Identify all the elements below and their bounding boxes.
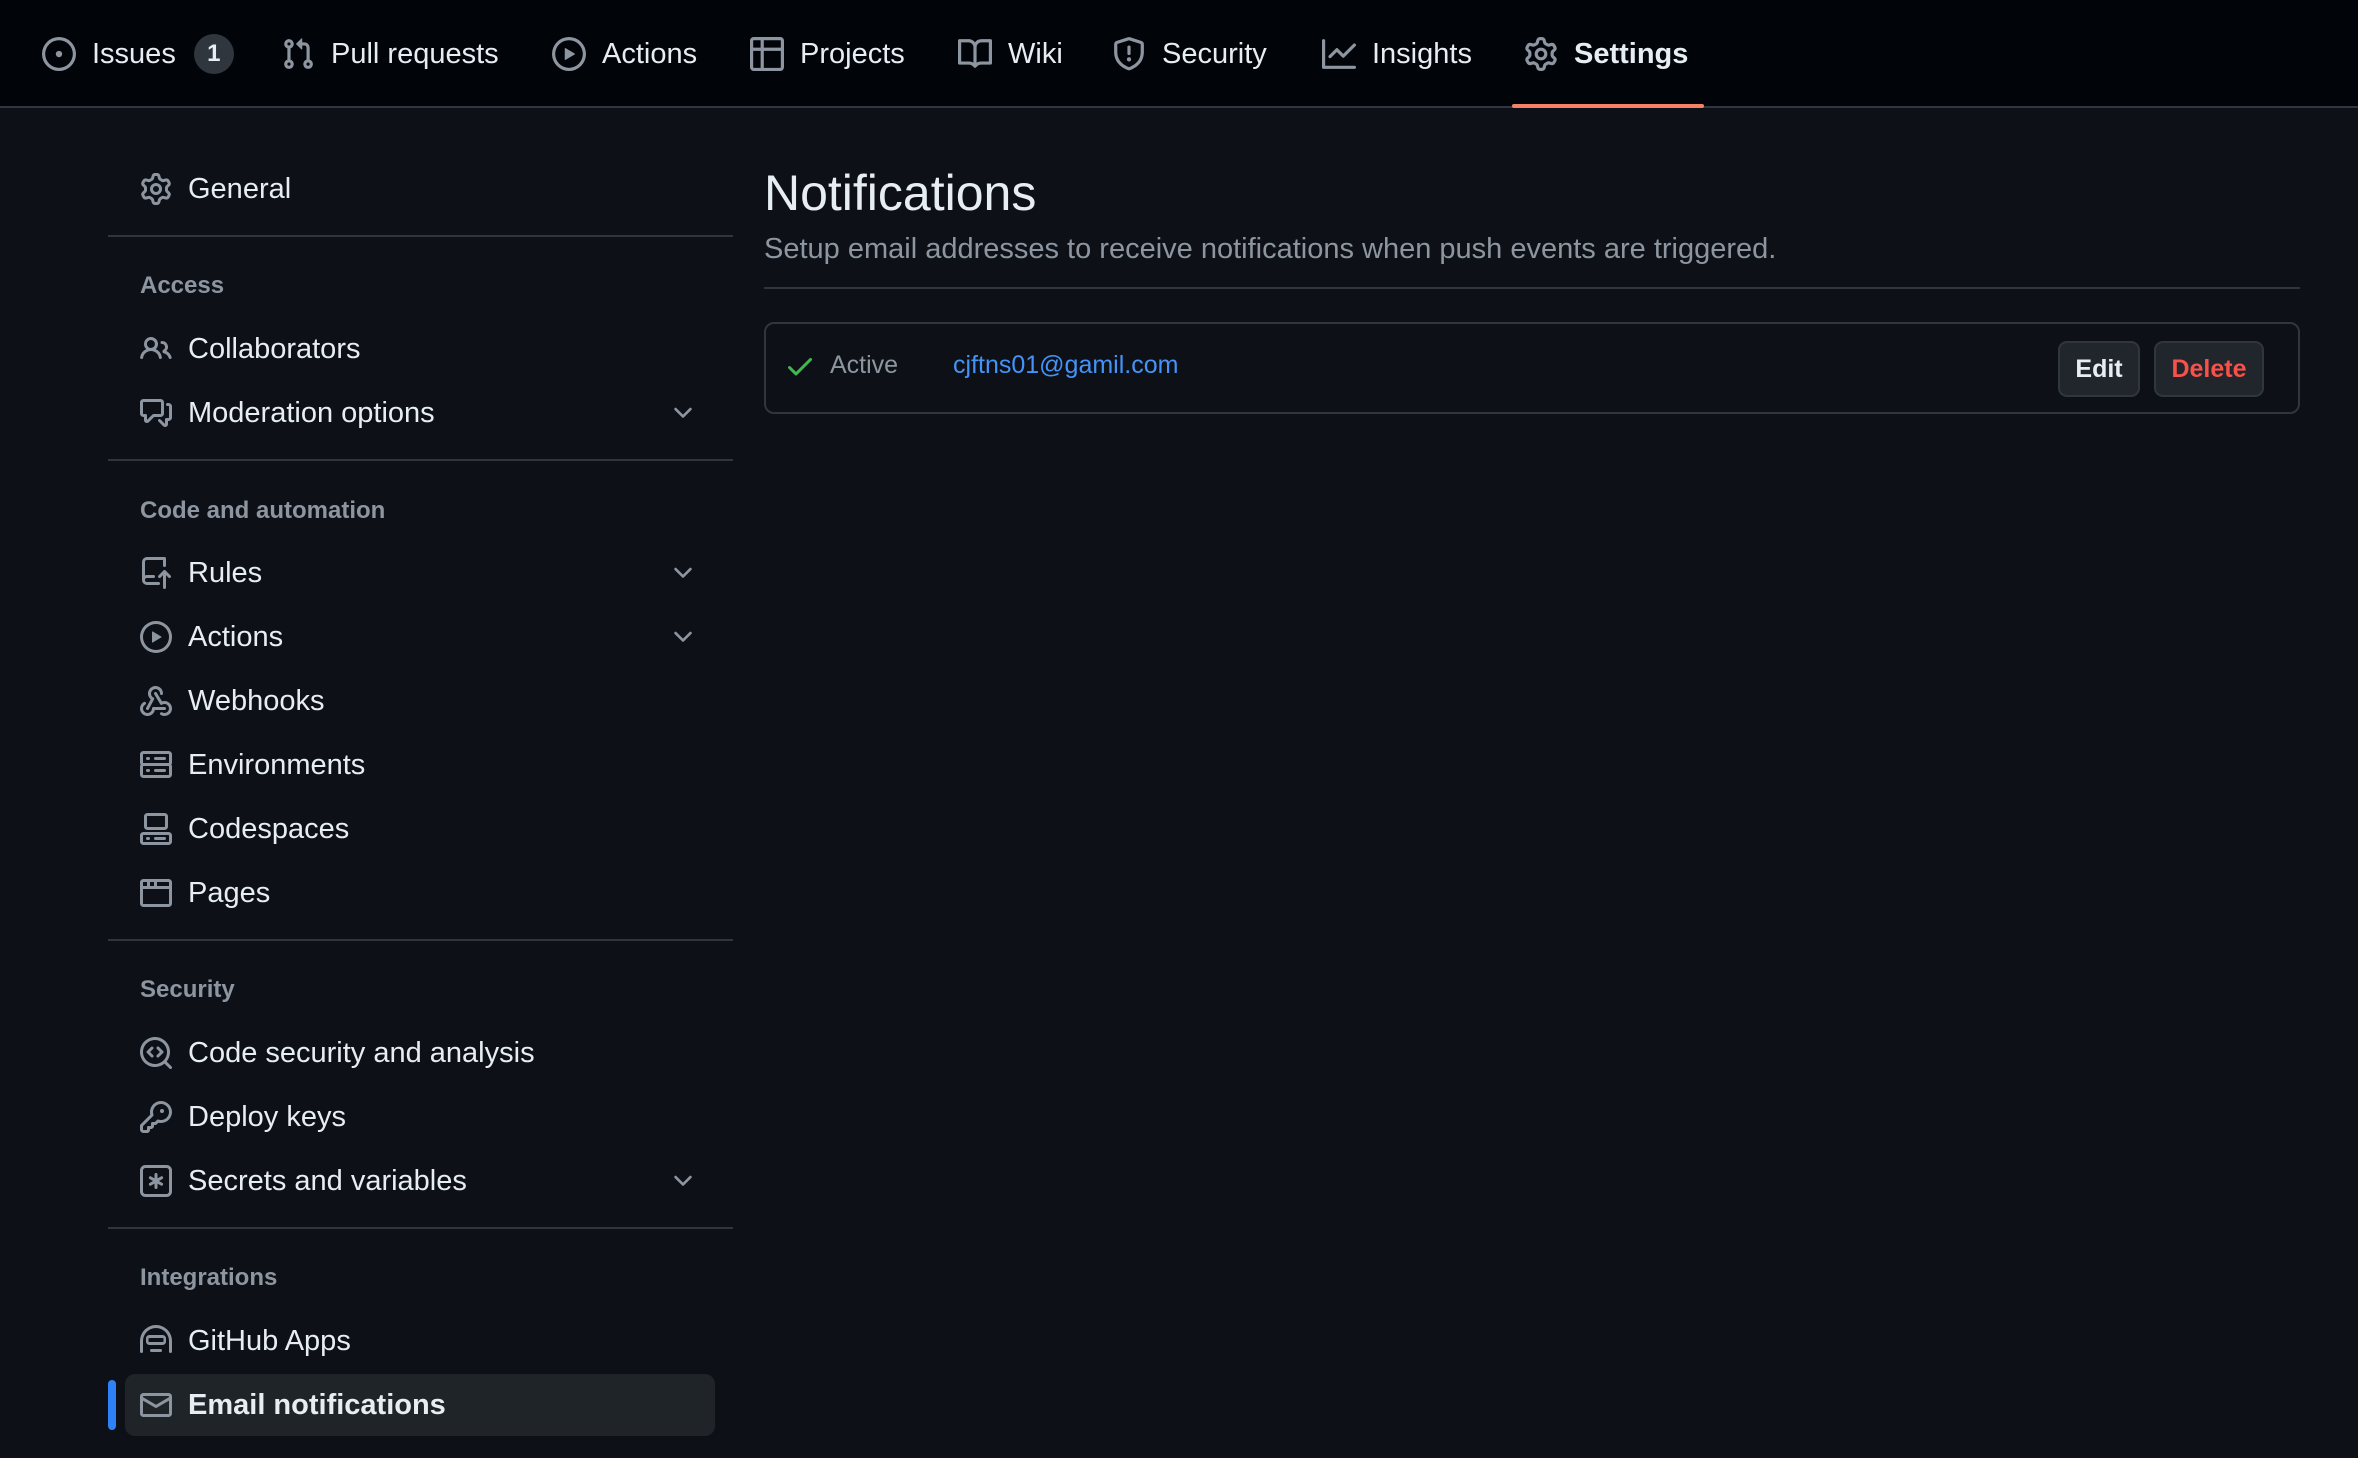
table-icon	[750, 37, 784, 71]
key-asterisk-icon	[140, 1165, 172, 1197]
sidebar-heading-access: Access	[140, 272, 225, 299]
play-icon	[552, 37, 586, 71]
active-item-indicator	[108, 1380, 116, 1430]
codespaces-icon	[140, 813, 172, 845]
sidebar-item-pages[interactable]: Pages	[125, 862, 715, 924]
selected-tab-underline	[1512, 104, 1705, 108]
issues-counter: 1	[193, 34, 234, 74]
sidebar-item-label: Actions	[188, 620, 284, 653]
sidebar-item-deploy-keys[interactable]: Deploy keys	[125, 1086, 715, 1148]
page-subtitle: Setup email addresses to receive notific…	[764, 233, 1777, 265]
chevron-down-icon	[669, 399, 697, 427]
sidebar-item-code-security-and-analysis[interactable]: Code security and analysis	[125, 1022, 715, 1084]
webhook-icon	[140, 685, 172, 717]
tab-insights[interactable]: Insights	[1322, 0, 1472, 108]
sidebar-item-moderation-options[interactable]: Moderation options	[125, 382, 715, 444]
page-title: Notifications	[764, 165, 1037, 221]
check-icon	[784, 350, 816, 382]
comment-discussion-icon	[140, 397, 172, 429]
tab-security[interactable]: Security	[1112, 0, 1267, 108]
tab-pull-requests[interactable]: Pull requests	[281, 0, 499, 108]
sidebar-item-collaborators[interactable]: Collaborators	[125, 318, 715, 380]
sidebar-item-github-apps[interactable]: GitHub Apps	[125, 1310, 715, 1372]
key-icon	[140, 1101, 172, 1133]
sidebar-heading-code-and-automation: Code and automation	[140, 497, 386, 524]
sidebar-item-label: Pages	[188, 876, 271, 909]
sidebar-item-email-notifications[interactable]: Email notifications	[125, 1374, 715, 1436]
sidebar-item-label: Code security and analysis	[188, 1036, 535, 1069]
sidebar-item-label: Collaborators	[188, 332, 361, 365]
tab-label: Security	[1162, 37, 1267, 70]
tab-label: Settings	[1574, 37, 1689, 70]
tab-label: Issues	[92, 37, 176, 70]
email-hook-row: Active cjftns01@gamil.com Edit Delete	[764, 322, 2300, 414]
tab-label: Insights	[1372, 37, 1472, 70]
chevron-down-icon	[669, 1167, 697, 1195]
sidebar-heading-integrations: Integrations	[140, 1264, 278, 1291]
title-divider	[764, 287, 2300, 289]
people-icon	[140, 333, 172, 365]
sidebar-item-environments[interactable]: Environments	[125, 734, 715, 796]
book-icon	[958, 37, 992, 71]
sidebar-item-label: Codespaces	[188, 812, 350, 845]
email-address-link[interactable]: cjftns01@gamil.com	[953, 351, 1178, 380]
sidebar-item-label: Webhooks	[188, 684, 325, 717]
sidebar-item-webhooks[interactable]: Webhooks	[125, 670, 715, 732]
sidebar-divider	[108, 235, 733, 237]
browser-icon	[140, 877, 172, 909]
tab-actions[interactable]: Actions	[552, 0, 697, 108]
tab-wiki[interactable]: Wiki	[958, 0, 1063, 108]
tab-projects[interactable]: Projects	[750, 0, 905, 108]
tab-issues[interactable]: Issues 1	[42, 0, 234, 108]
gear-icon	[1524, 37, 1558, 71]
sidebar-item-codespaces[interactable]: Codespaces	[125, 798, 715, 860]
chevron-down-icon	[669, 559, 697, 587]
tab-label: Pull requests	[331, 37, 499, 70]
repo-push-icon	[140, 557, 172, 589]
shield-icon	[1112, 37, 1146, 71]
gear-icon	[140, 173, 172, 205]
sidebar-divider	[108, 939, 733, 941]
sidebar-item-secrets-and-variables[interactable]: Secrets and variables	[125, 1150, 715, 1212]
issue-opened-icon	[42, 37, 76, 71]
sidebar-item-label: General	[188, 172, 292, 205]
sidebar-item-general[interactable]: General	[125, 158, 715, 220]
chevron-down-icon	[669, 623, 697, 651]
tab-settings[interactable]: Settings	[1512, 0, 1705, 108]
server-icon	[140, 749, 172, 781]
play-icon	[140, 621, 172, 653]
status-label: Active	[830, 351, 899, 379]
sidebar-heading-security: Security	[140, 976, 235, 1003]
repo-nav: Issues 1 Pull requests Actions Projects …	[0, 0, 2358, 108]
sidebar-divider	[108, 459, 733, 461]
tab-label: Actions	[602, 37, 698, 70]
git-pull-request-icon	[281, 37, 315, 71]
sidebar-item-label: Rules	[188, 556, 263, 589]
graph-icon	[1322, 37, 1356, 71]
sidebar-item-actions[interactable]: Actions	[125, 606, 715, 668]
tab-label: Wiki	[1008, 37, 1063, 70]
sidebar-item-label: Moderation options	[188, 396, 435, 429]
sidebar-item-label: Email notifications	[188, 1388, 446, 1421]
mail-icon	[140, 1389, 172, 1421]
sidebar-item-label: GitHub Apps	[188, 1324, 351, 1357]
edit-button[interactable]: Edit	[2058, 341, 2140, 397]
codescan-icon	[140, 1037, 172, 1069]
tab-label: Projects	[800, 37, 905, 70]
sidebar-item-rules[interactable]: Rules	[125, 542, 715, 604]
sidebar-item-label: Environments	[188, 748, 366, 781]
sidebar-item-label: Deploy keys	[188, 1100, 346, 1133]
hubot-icon	[140, 1325, 172, 1357]
sidebar-item-label: Secrets and variables	[188, 1164, 467, 1197]
sidebar-divider	[108, 1227, 733, 1229]
delete-button[interactable]: Delete	[2154, 341, 2264, 397]
